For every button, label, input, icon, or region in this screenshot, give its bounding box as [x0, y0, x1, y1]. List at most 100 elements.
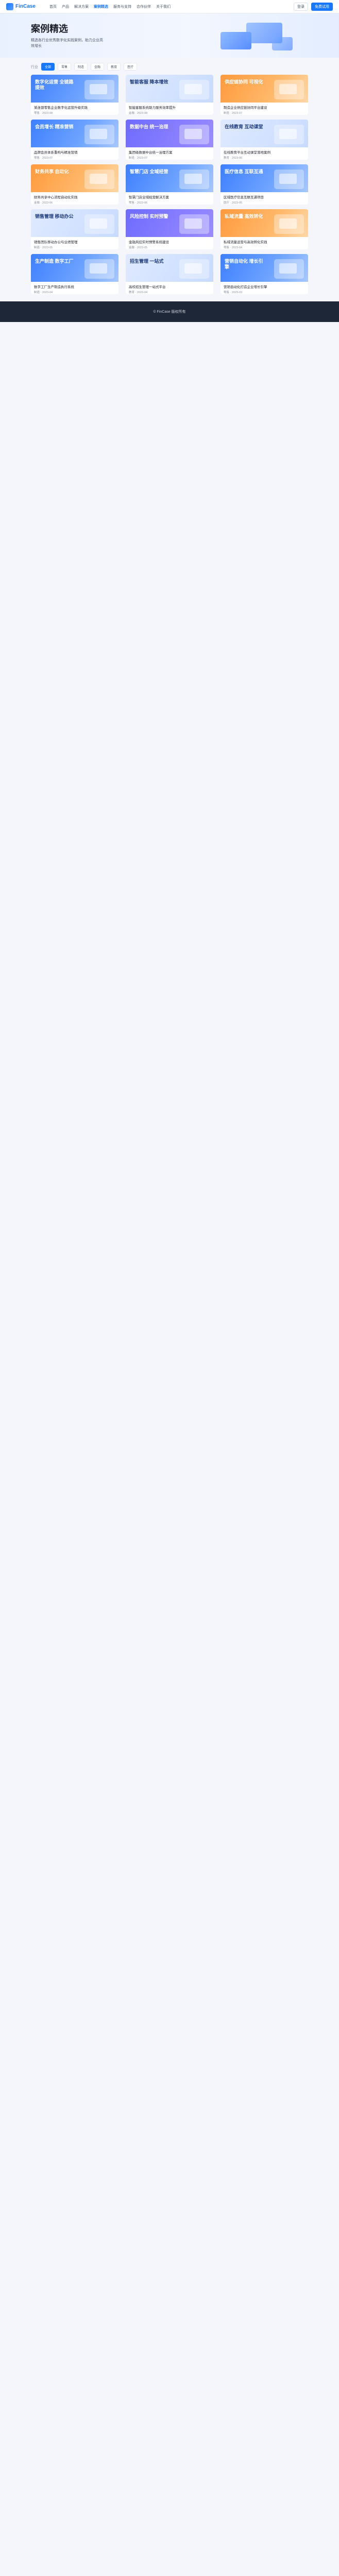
case-meta: 教育 · 2023-04: [129, 291, 148, 294]
logo-icon: [6, 3, 13, 10]
case-card[interactable]: 私域流量 高效转化私域流量运营与高效转化实践 零售 · 2023-04: [221, 209, 308, 249]
thumbnail-headline: 财务共享 自动化: [35, 169, 69, 174]
case-meta: 零售 · 2023-07: [34, 157, 53, 160]
case-grid: 数字化运营 全链路提效 某连锁零售企业数字化运营升级实践 零售 · 2023-08 智…: [31, 75, 308, 294]
case-thumbnail: 智慧门店 全域经营: [126, 164, 213, 192]
thumbnail-illustration: [179, 259, 209, 279]
main-nav: 首页 产品 解决方案 案例精选 服务与支持 合作伙伴 关于我们: [42, 4, 294, 9]
case-card[interactable]: 数据中台 统一治理集团级数据中台统一治理方案 制造 · 2023-07: [126, 120, 213, 160]
case-title: 品牌会员体系重构与精准营销: [34, 151, 78, 155]
thumbnail-illustration: [274, 125, 304, 144]
filter-chip[interactable]: 零售: [58, 63, 72, 71]
case-meta: 零售 · 2023-03: [224, 291, 243, 294]
nav-item[interactable]: 产品: [62, 4, 69, 9]
thumbnail-illustration: [274, 214, 304, 234]
footer: © FinCase 版权所有: [0, 301, 339, 322]
case-title: 集团级数据中台统一治理方案: [129, 151, 173, 155]
thumbnail-illustration: [274, 259, 304, 279]
case-card[interactable]: 销售管理 移动办公 销售团队移动办公与业绩管理 制造 · 2023-05: [31, 209, 118, 249]
nav-actions: 登录 免费试用: [294, 2, 333, 11]
case-thumbnail: 会员增长 精准营销: [31, 120, 118, 147]
thumbnail-illustration: [179, 214, 209, 234]
case-thumbnail: 数据中台 统一治理: [126, 120, 213, 147]
case-card[interactable]: 数字化运营 全链路提效某连锁零售企业数字化运营升级实践 零售 · 2023-08: [31, 75, 118, 115]
case-meta: 教育 · 2023-06: [224, 157, 243, 160]
thumbnail-illustration: [84, 80, 114, 99]
thumbnail-headline: 招生管理 一站式: [130, 259, 164, 264]
thumbnail-headline: 生产制造 数字工厂: [35, 259, 74, 264]
case-meta: 金融 · 2023-06: [34, 201, 53, 205]
case-thumbnail: 销售管理 移动办公: [31, 209, 118, 237]
case-card[interactable]: 财务共享 自动化 财务共享中心流程自动化实践 金融 · 2023-06: [31, 164, 118, 205]
case-card[interactable]: 在线教育 互动课堂在线教育平台互动课堂落地案例 教育 · 2023-06: [221, 120, 308, 160]
thumbnail-headline: 在线教育 互动课堂: [225, 124, 263, 129]
login-button[interactable]: 登录: [294, 2, 308, 11]
filter-chip[interactable]: 教育: [107, 63, 121, 71]
case-title: 智慧门店全域经营解决方案: [129, 196, 169, 199]
nav-item[interactable]: 解决方案: [74, 4, 89, 9]
thumbnail-headline: 医疗信息 互联互通: [225, 169, 263, 174]
case-card[interactable]: 招生管理 一站式 高校招生管理一站式平台 教育 · 2023-04: [126, 254, 213, 294]
case-card[interactable]: 智慧门店 全域经营智慧门店全域经营解决方案 零售 · 2023-06: [126, 164, 213, 205]
case-meta: 零售 · 2023-06: [129, 201, 148, 205]
thumbnail-headline: 数字化运营 全链路提效: [35, 79, 74, 91]
case-thumbnail: 风险控制 实时预警: [126, 209, 213, 237]
nav-item[interactable]: 案例精选: [94, 4, 108, 9]
nav-item[interactable]: 首页: [49, 4, 57, 9]
case-thumbnail: 营销自动化 增长引擎: [221, 254, 308, 282]
case-meta: 零售 · 2023-04: [224, 246, 243, 249]
case-card[interactable]: 生产制造 数字工厂 数字工厂生产制造执行系统 制造 · 2023-04: [31, 254, 118, 294]
thumbnail-illustration: [84, 214, 114, 234]
case-title: 智能客服系统助力服务效率提升: [129, 106, 176, 110]
filter-chip[interactable]: 制造: [74, 63, 88, 71]
filter-chip[interactable]: 全部: [41, 63, 55, 71]
case-card[interactable]: 供应链协同 可视化 制造企业供应链协同平台建设 制造 · 2023-07: [221, 75, 308, 115]
case-meta: 制造 · 2023-07: [129, 157, 148, 160]
thumbnail-illustration: [274, 170, 304, 189]
case-title: 区域医疗信息互联互通项目: [224, 196, 264, 199]
case-card[interactable]: 医疗信息 互联互通 区域医疗信息互联互通项目 医疗 · 2023-05: [221, 164, 308, 205]
case-meta: 金融 · 2023-05: [129, 246, 148, 249]
thumbnail-illustration: [179, 125, 209, 144]
case-thumbnail: 医疗信息 互联互通: [221, 164, 308, 192]
thumbnail-headline: 营销自动化 增长引擎: [225, 259, 263, 270]
signup-button[interactable]: 免费试用: [311, 2, 333, 11]
case-meta: 金融 · 2023-08: [129, 112, 148, 115]
case-title: 数字工厂生产制造执行系统: [34, 285, 74, 289]
case-card[interactable]: 会员增长 精准营销品牌会员体系重构与精准营销 零售 · 2023-07: [31, 120, 118, 160]
thumbnail-illustration: [179, 170, 209, 189]
filter-chip[interactable]: 金融: [91, 63, 105, 71]
case-thumbnail: 财务共享 自动化: [31, 164, 118, 192]
case-meta: 医疗 · 2023-05: [224, 201, 243, 205]
hero-illustration: [210, 16, 298, 56]
thumbnail-headline: 数据中台 统一治理: [130, 124, 168, 129]
case-meta: 制造 · 2023-05: [34, 246, 53, 249]
case-meta: 零售 · 2023-08: [34, 112, 53, 115]
filter-chip[interactable]: 医疗: [124, 63, 138, 71]
thumbnail-illustration: [84, 125, 114, 144]
thumbnail-headline: 供应链协同 可视化: [225, 79, 263, 84]
hero-banner: 案例精选 精选各行业优秀数字化实践案例，助力企业高效增长: [0, 13, 339, 58]
thumbnail-illustration: [84, 259, 114, 279]
nav-item[interactable]: 服务与支持: [113, 4, 131, 9]
case-card[interactable]: 智能客服 降本增效 智能客服系统助力服务效率提升 金融 · 2023-08: [126, 75, 213, 115]
case-title: 高校招生管理一站式平台: [129, 285, 166, 289]
case-thumbnail: 供应链协同 可视化: [221, 75, 308, 103]
case-thumbnail: 生产制造 数字工厂: [31, 254, 118, 282]
case-card[interactable]: 营销自动化 增长引擎 营销自动化打造企业增长引擎 零售 · 2023-03: [221, 254, 308, 294]
case-card[interactable]: 风险控制 实时预警 金融风控实时预警系统建设 金融 · 2023-05: [126, 209, 213, 249]
page-description: 精选各行业优秀数字化实践案例，助力企业高效增长: [31, 39, 103, 48]
thumbnail-illustration: [274, 80, 304, 99]
nav-item[interactable]: 关于我们: [156, 4, 171, 9]
case-thumbnail: 招生管理 一站式: [126, 254, 213, 282]
thumbnail-illustration: [179, 80, 209, 99]
case-title: 制造企业供应链协同平台建设: [224, 106, 267, 110]
logo[interactable]: FinCase: [6, 3, 42, 10]
footer-text: © FinCase 版权所有: [153, 310, 186, 314]
case-title: 在线教育平台互动课堂落地案例: [224, 151, 270, 155]
nav-item[interactable]: 合作伙伴: [137, 4, 151, 9]
thumbnail-headline: 私域流量 高效转化: [225, 214, 263, 219]
case-thumbnail: 私域流量 高效转化: [221, 209, 308, 237]
case-title: 某连锁零售企业数字化运营升级实践: [34, 106, 88, 110]
case-title: 私域流量运营与高效转化实践: [224, 241, 267, 244]
